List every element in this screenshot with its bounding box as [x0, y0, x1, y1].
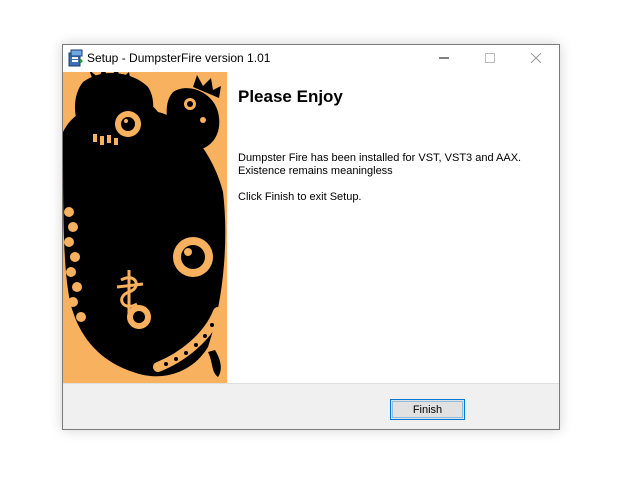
install-message: Dumpster Fire has been installed for VST… [238, 152, 522, 164]
finish-instruction: Click Finish to exit Setup. [238, 191, 362, 203]
wizard-content: Please Enjoy Dumpster Fire has been inst… [227, 72, 559, 383]
minimize-button[interactable] [421, 45, 467, 72]
close-button[interactable] [513, 45, 559, 72]
install-submessage: Existence remains meaningless [238, 165, 393, 177]
maximize-button[interactable] [467, 45, 513, 72]
window-title: Setup - DumpsterFire version 1.01 [87, 51, 271, 65]
page-title: Please Enjoy [238, 87, 343, 106]
minimize-icon [439, 50, 449, 68]
close-icon [530, 50, 542, 68]
maximize-icon [485, 50, 495, 68]
title-bar[interactable]: Setup - DumpsterFire version 1.01 [63, 45, 559, 72]
finish-button[interactable]: Finish [390, 399, 465, 420]
setup-window: Setup - DumpsterFire version 1.01 Please… [62, 44, 560, 430]
wizard-footer: Finish [63, 383, 559, 429]
dumpster-fire-creature-artwork [63, 72, 226, 377]
installer-box-icon [68, 49, 84, 67]
wizard-side-image [63, 72, 227, 383]
